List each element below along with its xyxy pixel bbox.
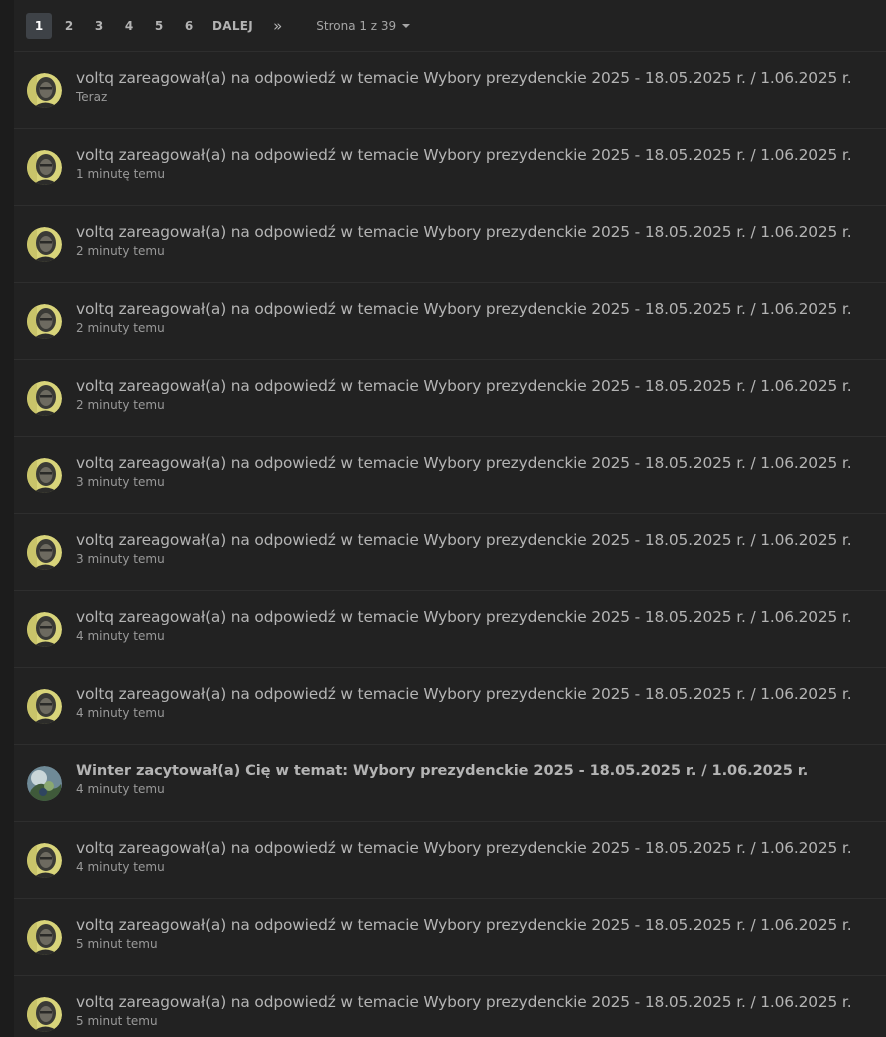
notification-item[interactable]: voltq zareagował(a) na odpowiedź w temac… xyxy=(14,668,886,745)
avatar-image xyxy=(27,380,62,416)
page-button-4[interactable]: 4 xyxy=(116,13,142,39)
notification-title-link[interactable]: voltq zareagował(a) na odpowiedź w temac… xyxy=(76,608,852,626)
notification-item[interactable]: voltq zareagował(a) na odpowiedź w temac… xyxy=(14,52,886,129)
notification-item[interactable]: voltq zareagował(a) na odpowiedź w temac… xyxy=(14,591,886,668)
notification-body: voltq zareagował(a) na odpowiedź w temac… xyxy=(76,300,852,335)
notification-item[interactable]: voltq zareagował(a) na odpowiedź w temac… xyxy=(14,437,886,514)
avatar-image xyxy=(27,996,62,1032)
notification-title-link[interactable]: voltq zareagował(a) na odpowiedź w temac… xyxy=(76,223,852,241)
notification-title-link[interactable]: voltq zareagował(a) na odpowiedź w temac… xyxy=(76,300,852,318)
avatar[interactable] xyxy=(27,457,62,493)
avatar-image xyxy=(27,72,62,108)
page-jump-dropdown[interactable]: Strona 1 z 39 xyxy=(316,18,411,33)
notification-title-link[interactable]: Winter zacytował(a) Cię w temat: Wybory … xyxy=(76,762,808,779)
notification-item[interactable]: voltq zareagował(a) na odpowiedź w temac… xyxy=(14,976,886,1037)
avatar[interactable] xyxy=(27,149,62,185)
notification-time: 5 minut temu xyxy=(76,936,158,951)
notification-title-link[interactable]: voltq zareagował(a) na odpowiedź w temac… xyxy=(76,685,852,703)
notification-time: 1 minutę temu xyxy=(76,166,165,181)
page-button-1[interactable]: 1 xyxy=(26,12,52,39)
notification-body: voltq zareagował(a) na odpowiedź w temac… xyxy=(76,146,852,181)
notification-time: Teraz xyxy=(76,89,108,104)
notification-time: 4 minuty temu xyxy=(76,859,165,874)
avatar[interactable] xyxy=(27,611,62,647)
notification-body: voltq zareagował(a) na odpowiedź w temac… xyxy=(76,916,852,951)
notification-item[interactable]: voltq zareagował(a) na odpowiedź w temac… xyxy=(14,514,886,591)
page-button-5[interactable]: 5 xyxy=(146,13,172,39)
notification-body: voltq zareagował(a) na odpowiedź w temac… xyxy=(76,608,852,643)
notifications-panel: 123456 DALEJ » Strona 1 z 39 voltq zarea… xyxy=(14,0,886,1037)
notification-time: 5 minut temu xyxy=(76,1013,158,1028)
avatar[interactable] xyxy=(27,380,62,416)
notification-body: voltq zareagował(a) na odpowiedź w temac… xyxy=(76,993,852,1028)
avatar[interactable] xyxy=(27,919,62,955)
notification-time: 2 minuty temu xyxy=(76,320,165,335)
notification-time: 4 minuty temu xyxy=(76,628,165,643)
avatar-image xyxy=(27,226,62,262)
notification-item[interactable]: voltq zareagował(a) na odpowiedź w temac… xyxy=(14,206,886,283)
avatar[interactable] xyxy=(27,226,62,262)
notification-body: voltq zareagował(a) na odpowiedź w temac… xyxy=(76,454,852,489)
avatar[interactable] xyxy=(27,72,62,108)
notification-time: 3 minuty temu xyxy=(76,474,165,489)
notification-time: 3 minuty temu xyxy=(76,551,165,566)
page-button-2[interactable]: 2 xyxy=(56,13,82,39)
notification-time: 4 minuty temu xyxy=(76,705,165,720)
avatar-image xyxy=(27,457,62,493)
notification-list: voltq zareagował(a) na odpowiedź w temac… xyxy=(14,52,886,1037)
notification-title-link[interactable]: voltq zareagował(a) na odpowiedź w temac… xyxy=(76,377,852,395)
notification-body: voltq zareagował(a) na odpowiedź w temac… xyxy=(76,223,852,258)
notification-body: voltq zareagował(a) na odpowiedź w temac… xyxy=(76,531,852,566)
next-page-button[interactable]: DALEJ xyxy=(212,19,253,33)
avatar-image xyxy=(27,765,62,801)
notification-time: 4 minuty temu xyxy=(76,782,165,796)
notification-item[interactable]: voltq zareagował(a) na odpowiedź w temac… xyxy=(14,360,886,437)
notification-title-link[interactable]: voltq zareagował(a) na odpowiedź w temac… xyxy=(76,146,852,164)
avatar[interactable] xyxy=(27,688,62,724)
page-jump-label: Strona 1 z 39 xyxy=(316,18,397,33)
avatar-image xyxy=(27,149,62,185)
last-page-button[interactable]: » xyxy=(273,17,282,35)
avatar-image xyxy=(27,842,62,878)
notification-item[interactable]: voltq zareagował(a) na odpowiedź w temac… xyxy=(14,899,886,976)
avatar[interactable] xyxy=(27,996,62,1032)
notification-body: voltq zareagował(a) na odpowiedź w temac… xyxy=(76,69,852,104)
notification-title-link[interactable]: voltq zareagował(a) na odpowiedź w temac… xyxy=(76,993,852,1011)
avatar-image xyxy=(27,303,62,339)
avatar-image xyxy=(27,534,62,570)
notification-item[interactable]: voltq zareagował(a) na odpowiedź w temac… xyxy=(14,283,886,360)
avatar-image xyxy=(27,611,62,647)
page-button-6[interactable]: 6 xyxy=(176,13,202,39)
page-list: 123456 xyxy=(26,12,206,39)
notification-title-link[interactable]: voltq zareagował(a) na odpowiedź w temac… xyxy=(76,69,852,87)
notification-item[interactable]: voltq zareagował(a) na odpowiedź w temac… xyxy=(14,822,886,899)
notification-time: 2 minuty temu xyxy=(76,397,165,412)
caret-down-icon xyxy=(402,23,411,28)
avatar[interactable] xyxy=(27,303,62,339)
notification-title-link[interactable]: voltq zareagował(a) na odpowiedź w temac… xyxy=(76,916,852,934)
avatar[interactable] xyxy=(27,534,62,570)
notification-body: voltq zareagował(a) na odpowiedź w temac… xyxy=(76,685,852,720)
page-button-3[interactable]: 3 xyxy=(86,13,112,39)
notification-title-link[interactable]: voltq zareagował(a) na odpowiedź w temac… xyxy=(76,454,852,472)
avatar-image xyxy=(27,919,62,955)
avatar-image xyxy=(27,688,62,724)
pagination: 123456 DALEJ » Strona 1 z 39 xyxy=(14,0,886,52)
notification-body: voltq zareagował(a) na odpowiedź w temac… xyxy=(76,839,852,874)
notification-item[interactable]: Winter zacytował(a) Cię w temat: Wybory … xyxy=(14,745,886,822)
notification-time: 2 minuty temu xyxy=(76,243,165,258)
avatar[interactable] xyxy=(27,842,62,878)
notification-item[interactable]: voltq zareagował(a) na odpowiedź w temac… xyxy=(14,129,886,206)
notification-title-link[interactable]: voltq zareagował(a) na odpowiedź w temac… xyxy=(76,839,852,857)
notification-body: voltq zareagował(a) na odpowiedź w temac… xyxy=(76,377,852,412)
avatar[interactable] xyxy=(27,765,62,801)
notification-title-link[interactable]: voltq zareagował(a) na odpowiedź w temac… xyxy=(76,531,852,549)
notification-body: Winter zacytował(a) Cię w temat: Wybory … xyxy=(76,762,808,796)
